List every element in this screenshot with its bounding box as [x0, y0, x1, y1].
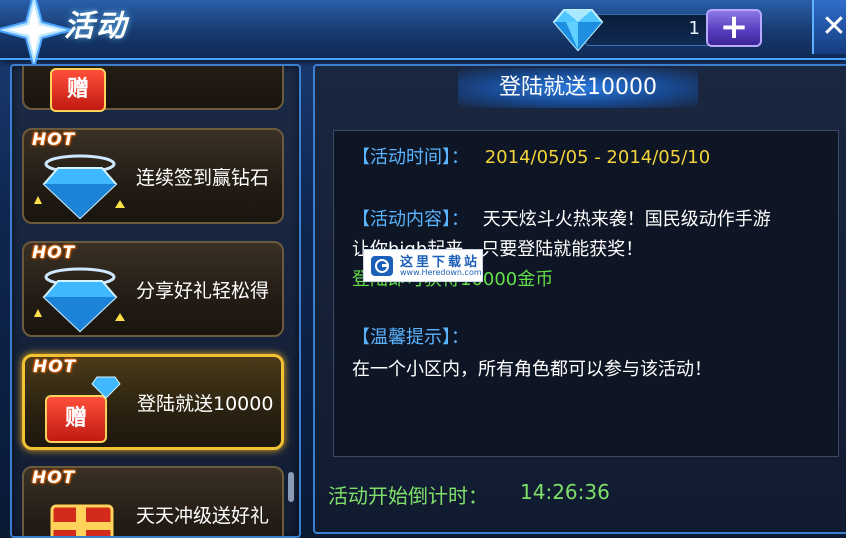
gift-icon: 赠	[50, 68, 106, 112]
activity-list[interactable]: 赠 HOT 连续签到赢钻石 HOT 分享好礼轻松得 赠 HOT 登陆就送1000…	[10, 64, 301, 538]
countdown-label: 活动开始倒计时：	[328, 484, 488, 508]
list-item-label: 连续签到赢钻石	[136, 166, 270, 189]
window-title: 活动	[64, 9, 128, 44]
diamond-icon	[91, 376, 121, 399]
tip-text: 在一个小区内，所有角色都可以参与该活动！	[352, 359, 712, 380]
activity-title: 登陆就送10000	[499, 75, 657, 100]
tip-row: 【温馨提示】：	[352, 323, 469, 349]
list-item-checkin[interactable]: HOT 连续签到赢钻石	[22, 128, 284, 224]
time-value: 2014/05/05 - 2014/05/10	[484, 147, 711, 168]
info-box	[333, 130, 839, 457]
add-diamond-button[interactable]: +	[706, 9, 762, 47]
list-item-levelup[interactable]: HOT 天天冲级送好礼	[22, 466, 284, 536]
scrollbar[interactable]	[288, 472, 294, 502]
diamond-count: 1	[688, 18, 700, 39]
time-label: 【活动时间】：	[352, 147, 469, 168]
watermark-url: www.Heredown.com	[400, 268, 482, 277]
star-emblem-icon	[0, 0, 74, 70]
gift-icon: 赠	[45, 395, 107, 443]
activity-time-row: 【活动时间】： 2014/05/05 - 2014/05/10	[352, 143, 710, 169]
hot-badge: HOT	[33, 357, 77, 377]
watermark-logo-icon	[371, 256, 393, 276]
diamond-icon	[552, 9, 604, 52]
list-item-login-bonus[interactable]: 赠 HOT 登陆就送10000	[22, 354, 284, 450]
list-item-share[interactable]: HOT 分享好礼轻松得	[22, 241, 284, 337]
tip-label: 【温馨提示】：	[352, 327, 469, 348]
content-label: 【活动内容】：	[352, 209, 469, 230]
list-item-label: 天天冲级送好礼	[136, 504, 270, 527]
list-item-label: 登陆就送10000	[137, 392, 274, 415]
hot-badge: HOT	[32, 243, 76, 263]
list-item-partial[interactable]: 赠	[22, 66, 284, 112]
list-item-label: 分享好礼轻松得	[136, 279, 270, 302]
content-line1: 天天炫斗火热来袭！国民级动作手游	[482, 209, 771, 230]
hot-badge: HOT	[32, 468, 76, 488]
close-button[interactable]: ✕	[812, 0, 846, 54]
hot-badge: HOT	[32, 130, 76, 150]
watermark: 这里下载站 www.Heredown.com	[363, 249, 483, 282]
countdown-timer: 14:26:36	[520, 480, 610, 504]
activity-content-row: 【活动内容】： 天天炫斗火热来袭！国民级动作手游	[352, 205, 771, 231]
